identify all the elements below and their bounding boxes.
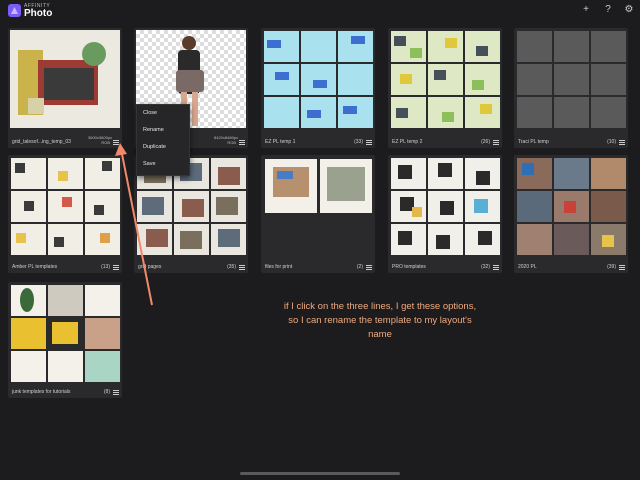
annotation-arrow (115, 143, 153, 306)
home-indicator (240, 472, 400, 475)
annotation-note: if I click on the three lines, I get the… (283, 301, 477, 340)
